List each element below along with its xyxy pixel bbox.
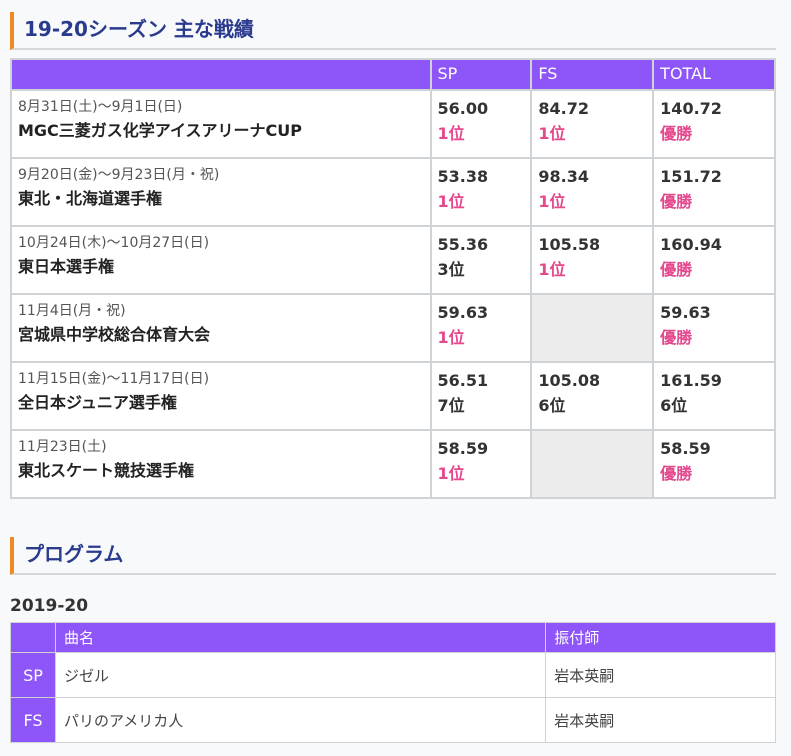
header-event <box>10 58 432 91</box>
program-heading: プログラム <box>10 537 776 575</box>
result-row: 10月24日(木)～10月27日(日) 東日本選手権 55.36 3位 105.58 1位… <box>10 225 776 295</box>
total-score: 140.72 <box>660 99 722 118</box>
event-name: 東北・北海道選手権 <box>18 189 163 208</box>
program-type: FS <box>10 697 56 743</box>
total-score: 58.59 <box>660 439 711 458</box>
sp-score: 56.00 <box>437 99 489 118</box>
sp-cell: 58.59 1位 <box>429 429 533 499</box>
sp-rank: 7位 <box>437 396 465 415</box>
total-score: 59.63 <box>660 303 711 322</box>
result-row: 11月23日(土) 東北スケート競技選手権 58.59 1位 58.59 優勝 <box>10 429 776 499</box>
program-music: ジゼル <box>54 652 547 698</box>
sp-cell: 55.36 3位 <box>429 225 533 295</box>
program-music: パリのアメリカ人 <box>54 697 547 743</box>
event-date: 11月4日(月・祝) <box>18 303 126 319</box>
sp-rank: 1位 <box>437 328 465 347</box>
event-date: 11月23日(土) <box>18 439 107 455</box>
fs-rank: 1位 <box>538 260 566 279</box>
header-sp: SP <box>429 58 533 91</box>
sp-cell: 56.00 1位 <box>429 89 533 159</box>
sp-score: 56.51 <box>437 371 489 390</box>
season-label: 2019-20 <box>10 596 89 616</box>
sp-score: 53.38 <box>437 167 489 186</box>
sp-cell: 53.38 1位 <box>429 157 533 227</box>
total-cell: 160.94 優勝 <box>652 225 776 295</box>
event-cell: 11月4日(月・祝) 宮城県中学校総合体育大会 <box>10 293 432 363</box>
result-row: 11月4日(月・祝) 宮城県中学校総合体育大会 59.63 1位 59.63 優勝 <box>10 293 776 363</box>
event-date: 10月24日(木)～10月27日(日) <box>18 235 210 251</box>
total-score: 161.59 <box>660 371 722 390</box>
program-row: FS パリのアメリカ人 岩本英嗣 <box>10 697 776 743</box>
header-total: TOTAL <box>652 58 776 91</box>
fs-cell: 105.08 6位 <box>530 361 655 431</box>
sp-cell: 59.63 1位 <box>429 293 533 363</box>
results-header-row: SP FS TOTAL <box>10 58 776 91</box>
event-name: 全日本ジュニア選手権 <box>18 393 177 412</box>
sp-rank: 1位 <box>437 192 465 211</box>
event-cell: 10月24日(木)～10月27日(日) 東日本選手権 <box>10 225 432 295</box>
fs-cell: 84.72 1位 <box>530 89 655 159</box>
program-header-row: 曲名 振付師 <box>10 622 776 653</box>
result-row: 8月31日(土)～9月1日(日) MGC三菱ガス化学アイスアリーナCUP 56.00… <box>10 89 776 159</box>
results-table: SP FS TOTAL 8月31日(土)～9月1日(日) MGC三菱ガス化学アイス… <box>10 58 776 499</box>
fs-rank: 1位 <box>538 124 566 143</box>
program-header-blank <box>10 622 56 653</box>
fs-cell <box>530 429 655 499</box>
total-score: 160.94 <box>660 235 722 254</box>
program-row: SP ジゼル 岩本英嗣 <box>10 652 776 698</box>
fs-cell: 98.34 1位 <box>530 157 655 227</box>
fs-cell <box>530 293 655 363</box>
total-rank: 6位 <box>660 396 688 415</box>
total-cell: 140.72 優勝 <box>652 89 776 159</box>
program-choreographer: 岩本英嗣 <box>545 652 776 698</box>
program-choreographer: 岩本英嗣 <box>545 697 776 743</box>
event-name: 宮城県中学校総合体育大会 <box>18 325 211 344</box>
total-rank: 優勝 <box>660 192 693 211</box>
fs-cell: 105.58 1位 <box>530 225 655 295</box>
event-date: 11月15日(金)～11月17日(日) <box>18 371 210 387</box>
total-rank: 優勝 <box>660 124 693 143</box>
total-cell: 59.63 優勝 <box>652 293 776 363</box>
total-score: 151.72 <box>660 167 722 186</box>
result-row: 9月20日(金)～9月23日(月・祝) 東北・北海道選手権 53.38 1位 98.34… <box>10 157 776 227</box>
fs-score: 105.58 <box>538 235 601 254</box>
event-name: 東北スケート競技選手権 <box>18 461 195 480</box>
total-cell: 161.59 6位 <box>652 361 776 431</box>
sp-score: 59.63 <box>437 303 489 322</box>
event-name: MGC三菱ガス化学アイスアリーナCUP <box>18 121 302 140</box>
total-rank: 優勝 <box>660 464 693 483</box>
event-cell: 9月20日(金)～9月23日(月・祝) 東北・北海道選手権 <box>10 157 432 227</box>
fs-rank: 1位 <box>538 192 566 211</box>
program-type: SP <box>10 652 56 698</box>
fs-score: 98.34 <box>538 167 589 186</box>
results-heading: 19-20シーズン 主な戦績 <box>10 12 776 50</box>
event-cell: 11月15日(金)～11月17日(日) 全日本ジュニア選手権 <box>10 361 432 431</box>
event-date: 8月31日(土)～9月1日(日) <box>18 99 183 115</box>
sp-rank: 1位 <box>437 124 465 143</box>
sp-rank: 3位 <box>437 260 465 279</box>
total-rank: 優勝 <box>660 260 693 279</box>
event-name: 東日本選手権 <box>18 257 115 276</box>
header-fs: FS <box>530 58 655 91</box>
total-rank: 優勝 <box>660 328 693 347</box>
program-header-choreographer: 振付師 <box>545 622 776 653</box>
sp-cell: 56.51 7位 <box>429 361 533 431</box>
event-date: 9月20日(金)～9月23日(月・祝) <box>18 167 220 183</box>
program-table: 曲名 振付師 SP ジゼル 岩本英嗣 FS パリのアメリカ人 岩本英嗣 <box>10 622 776 743</box>
total-cell: 151.72 優勝 <box>652 157 776 227</box>
program-header-music: 曲名 <box>54 622 547 653</box>
sp-score: 55.36 <box>437 235 489 254</box>
fs-score: 84.72 <box>538 99 589 118</box>
event-cell: 8月31日(土)～9月1日(日) MGC三菱ガス化学アイスアリーナCUP <box>10 89 432 159</box>
sp-score: 58.59 <box>437 439 489 458</box>
total-cell: 58.59 優勝 <box>652 429 776 499</box>
fs-score: 105.08 <box>538 371 601 390</box>
fs-rank: 6位 <box>538 396 566 415</box>
event-cell: 11月23日(土) 東北スケート競技選手権 <box>10 429 432 499</box>
result-row: 11月15日(金)～11月17日(日) 全日本ジュニア選手権 56.51 7位 105.… <box>10 361 776 431</box>
sp-rank: 1位 <box>437 464 465 483</box>
